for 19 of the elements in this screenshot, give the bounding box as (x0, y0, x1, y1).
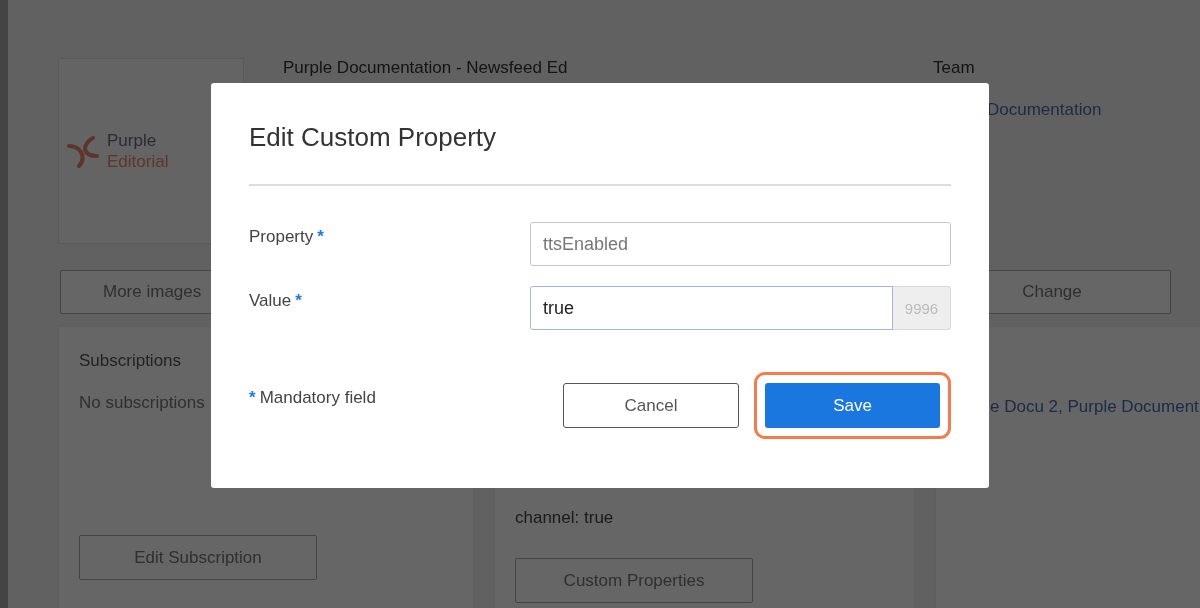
required-mark: * (295, 291, 302, 311)
team-link[interactable]: Documentation (987, 100, 1102, 120)
logo-text: Purple (107, 130, 158, 151)
required-mark: * (249, 388, 256, 409)
dialog-title: Edit Custom Property (249, 121, 498, 154)
section-title: Subscriptions (79, 351, 182, 371)
required-mark: * (317, 227, 324, 247)
logo-text: Editorial (107, 151, 169, 172)
field-label: Value (249, 291, 292, 311)
input-field[interactable]: true (530, 286, 893, 330)
document-title: Purple Documentation - Newsfeed Ed (283, 58, 569, 79)
property-text: channel: true (515, 508, 614, 528)
mandatory-note: Mandatory field (259, 388, 376, 409)
save-button[interactable]: Save (765, 383, 940, 428)
team-label: Team (933, 58, 976, 78)
cancel-button[interactable]: Cancel (563, 383, 739, 428)
logo-icon (67, 134, 99, 168)
subscription-links[interactable]: e Docu 2, Purple Document (990, 397, 1199, 417)
field-label: Property (249, 227, 314, 247)
